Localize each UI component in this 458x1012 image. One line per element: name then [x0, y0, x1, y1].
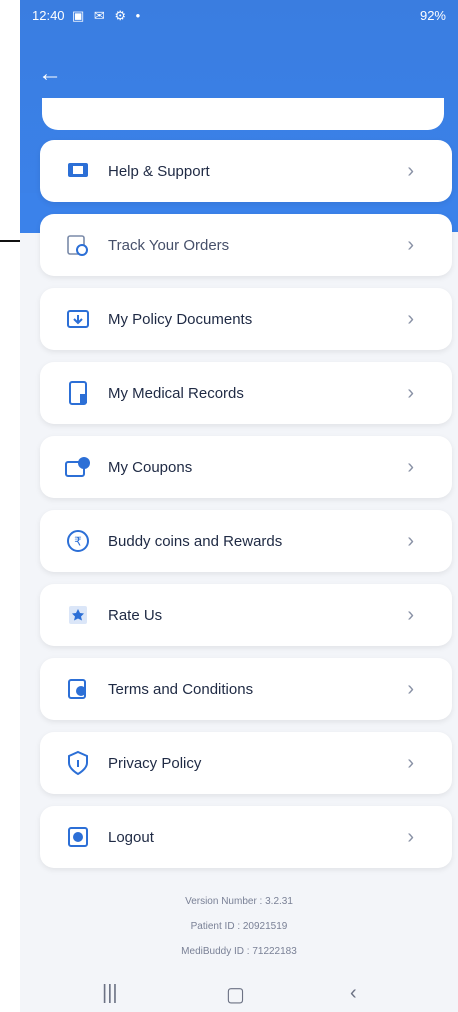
- privacy-icon: [64, 749, 92, 777]
- version-number: Version Number : 3.2.31: [185, 896, 293, 907]
- back-nav-icon[interactable]: ‹: [350, 982, 357, 1005]
- menu-item-rate-us[interactable]: Rate Us ›: [40, 584, 452, 646]
- battery-percent: 92%: [419, 8, 446, 23]
- home-icon[interactable]: ▢: [226, 982, 245, 1007]
- medibuddy-id: MediBuddy ID : 71222183: [181, 946, 297, 957]
- chevron-right-icon: ›: [407, 159, 414, 182]
- recent-apps-icon[interactable]: |||: [102, 982, 118, 1005]
- menu-item-privacy[interactable]: Privacy Policy ›: [40, 732, 452, 794]
- menu-item-policy-documents[interactable]: My Policy Documents ›: [40, 288, 452, 350]
- menu-item-track-orders[interactable]: Track Your Orders ›: [40, 214, 452, 276]
- menu-item-label: Help & Support: [108, 162, 210, 180]
- chevron-right-icon: ›: [407, 603, 414, 626]
- phone-screen: 12:40 ▣ ✉ ⚙ • 92% ← Help & Support › Tra…: [20, 0, 458, 1012]
- menu-item-label: My Medical Records: [108, 384, 244, 402]
- rate-us-icon: [64, 601, 92, 629]
- policy-docs-icon: [64, 305, 92, 333]
- chevron-right-icon: ›: [407, 751, 414, 774]
- status-time: 12:40: [32, 8, 65, 23]
- status-notification-icons: ▣ ✉ ⚙ •: [72, 8, 144, 23]
- arrow-left-icon[interactable]: ←: [38, 62, 62, 86]
- patient-id: Patient ID : 20921519: [190, 921, 288, 932]
- system-navigation-bar: ||| ▢ ‹: [20, 978, 458, 1012]
- menu-item-coupons[interactable]: My Coupons ›: [40, 436, 452, 498]
- menu-item-label: Terms and Conditions: [108, 680, 254, 698]
- terms-icon: [64, 675, 92, 703]
- menu-item-label: Track Your Orders: [108, 236, 230, 254]
- chevron-right-icon: ›: [407, 381, 414, 404]
- menu-item-label: My Policy Documents: [108, 310, 253, 328]
- menu-item-medical-records[interactable]: My Medical Records ›: [40, 362, 452, 424]
- chevron-right-icon: ›: [407, 529, 414, 552]
- menu-item-help-support[interactable]: Help & Support ›: [40, 140, 452, 202]
- menu-item-label: Buddy coins and Rewards: [108, 532, 283, 550]
- account-menu: Help & Support › Track Your Orders › My …: [40, 140, 452, 880]
- medical-records-icon: [64, 379, 92, 407]
- menu-item-label: Logout: [108, 828, 154, 846]
- help-support-icon: [64, 157, 92, 185]
- chevron-right-icon: ›: [407, 677, 414, 700]
- menu-item-label: Privacy Policy: [108, 754, 202, 772]
- profile-card-edge: [42, 98, 444, 130]
- chevron-right-icon: ›: [407, 233, 414, 256]
- rewards-icon: ₹: [64, 527, 92, 555]
- coupons-icon: [64, 453, 92, 481]
- chevron-right-icon: ›: [407, 825, 414, 848]
- status-bar: 12:40 ▣ ✉ ⚙ • 92%: [20, 0, 458, 32]
- menu-item-label: My Coupons: [108, 458, 193, 476]
- menu-item-terms[interactable]: Terms and Conditions ›: [40, 658, 452, 720]
- chevron-right-icon: ›: [407, 455, 414, 478]
- menu-item-label: Rate Us: [108, 606, 163, 624]
- logout-icon: [64, 823, 92, 851]
- menu-item-rewards[interactable]: ₹ Buddy coins and Rewards ›: [40, 510, 452, 572]
- chevron-right-icon: ›: [407, 307, 414, 330]
- svg-text:₹: ₹: [74, 535, 82, 549]
- menu-item-logout[interactable]: Logout ›: [40, 806, 452, 868]
- track-orders-icon: [64, 231, 92, 259]
